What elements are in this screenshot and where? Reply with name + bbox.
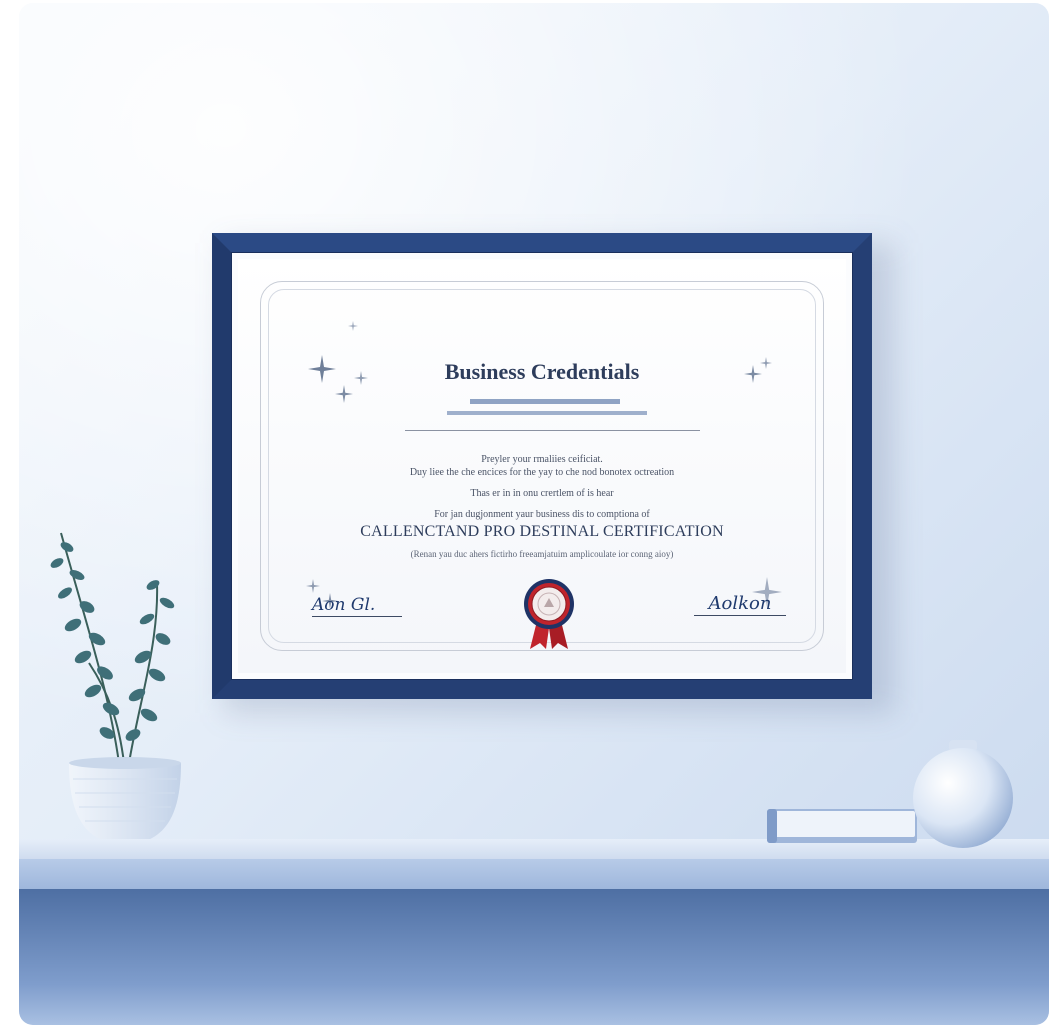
book	[767, 809, 917, 843]
body-line: Thas er in in onu crertlem of is hear	[470, 488, 614, 499]
certificate-paper: Business Credentials Preyler your rmalii…	[238, 259, 846, 673]
certificate-frame: Business Credentials Preyler your rmalii…	[212, 233, 872, 699]
body-line: Preyler your rmaliies ceificiat.	[481, 454, 603, 465]
certificate-title: Business Credentials	[444, 359, 640, 384]
certificate-body: Preyler your rmaliies ceificiat. Duy lie…	[238, 453, 846, 521]
signature-left: Aon Gl.	[312, 595, 402, 617]
vase	[913, 740, 1013, 848]
potted-plant	[50, 532, 181, 845]
title-underline	[470, 399, 620, 404]
shelf-front	[19, 859, 1049, 889]
photo-scene: Business Credentials Preyler your rmalii…	[19, 3, 1049, 1025]
sparkle-icon	[335, 385, 353, 403]
sparkle-icon	[348, 321, 358, 331]
title-underline	[447, 411, 647, 415]
signature-right: Aolkon	[694, 593, 786, 616]
body-line: Duy liee the che encices for the yay to …	[409, 467, 675, 478]
award-seal-icon	[524, 579, 574, 649]
certificate-note: (Renan yau duc ahers fictirho freeamjatu…	[410, 549, 674, 559]
certification-name: CALLENCTAND PRO DESTINAL CERTIFICATION	[360, 523, 724, 540]
divider	[405, 430, 700, 431]
body-line: For jan dugjonment yaur business dis to …	[434, 509, 650, 520]
lower-wall	[19, 889, 1049, 1025]
sparkle-icon	[306, 579, 320, 593]
